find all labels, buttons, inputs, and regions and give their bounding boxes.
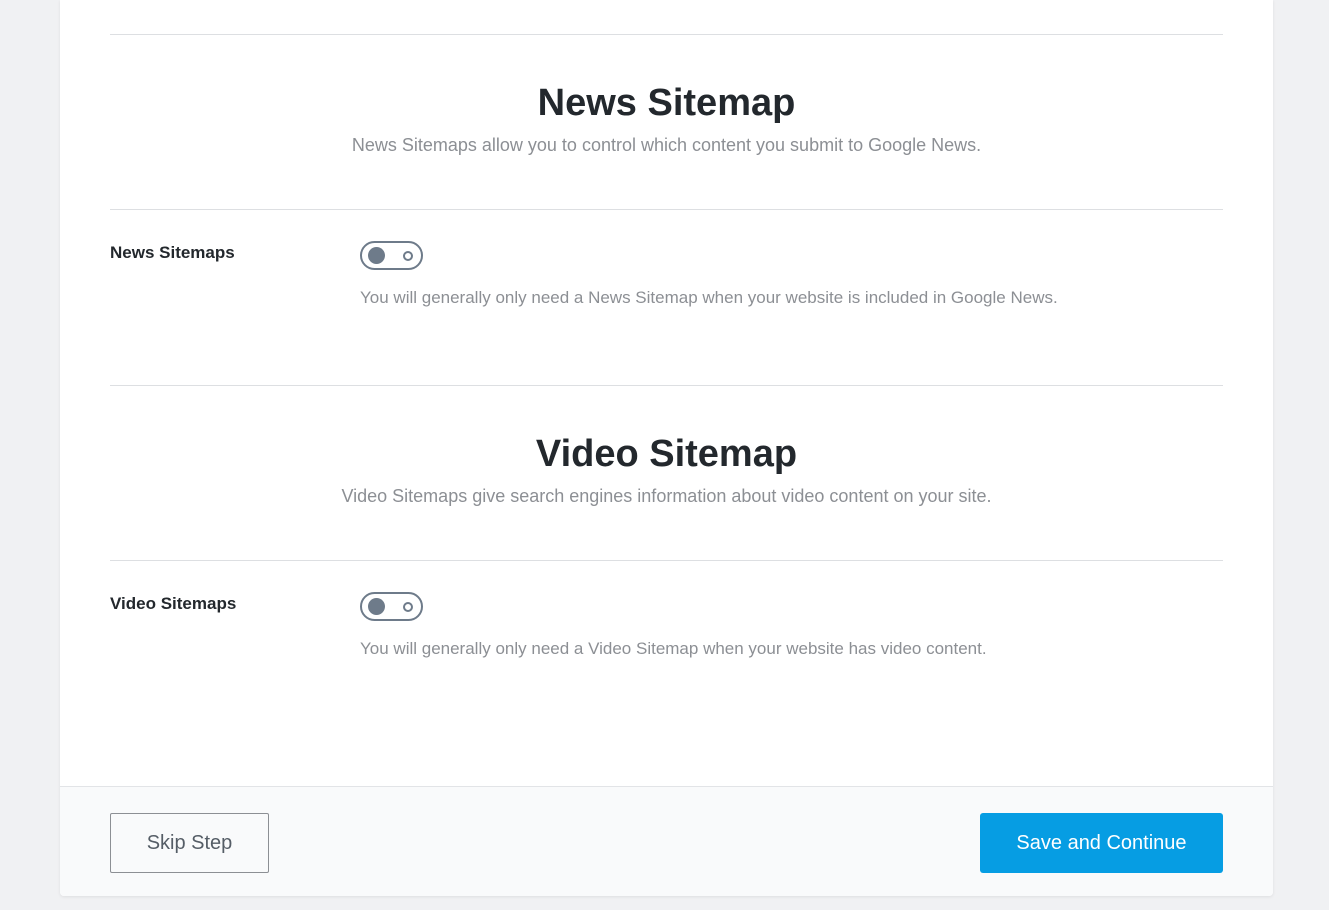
toggle-knob: [368, 247, 385, 264]
wizard-footer: Skip Step Save and Continue: [60, 786, 1273, 896]
divider: [110, 34, 1223, 35]
news-sitemaps-label: News Sitemaps: [110, 243, 235, 262]
video-sitemap-title: Video Sitemap: [535, 433, 798, 475]
video-sitemaps-help: You will generally only need a Video Sit…: [360, 639, 987, 658]
divider: [110, 385, 1223, 386]
divider: [110, 560, 1223, 561]
news-sitemap-description: News Sitemaps allow you to control which…: [351, 135, 982, 155]
settings-card: News Sitemap News Sitemaps allow you to …: [60, 0, 1273, 896]
save-and-continue-button[interactable]: Save and Continue: [980, 813, 1223, 873]
video-sitemaps-label: Video Sitemaps: [110, 594, 237, 613]
toggle-knob: [368, 598, 385, 615]
video-sitemaps-toggle[interactable]: [360, 592, 423, 621]
news-sitemaps-toggle[interactable]: [360, 241, 423, 270]
news-sitemaps-help: You will generally only need a News Site…: [360, 288, 1058, 307]
skip-step-button[interactable]: Skip Step: [110, 813, 269, 873]
video-sitemap-description: Video Sitemaps give search engines infor…: [341, 486, 992, 506]
toggle-off-indicator-icon: [403, 602, 413, 612]
toggle-off-indicator-icon: [403, 251, 413, 261]
news-sitemap-title: News Sitemap: [537, 82, 796, 124]
divider: [110, 209, 1223, 210]
